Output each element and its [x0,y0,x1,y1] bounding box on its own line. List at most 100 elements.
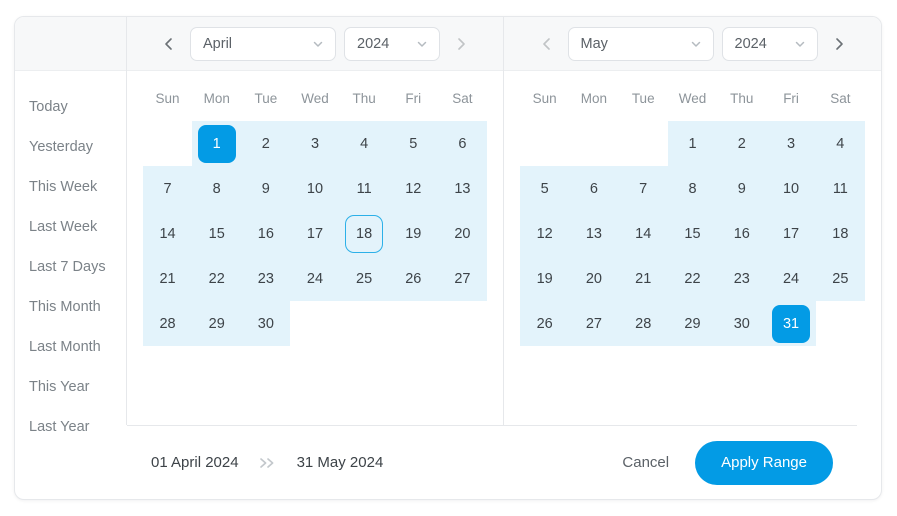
day-cell[interactable]: 9 [717,166,767,211]
chevron-down-icon [689,37,703,51]
day-cell[interactable]: 1 [667,121,718,166]
year-select-left[interactable]: 2024 [344,26,440,61]
day-cell[interactable]: 21 [143,256,193,301]
day-number: 2 [261,135,270,152]
day-cell[interactable]: 22 [192,256,242,301]
day-cell[interactable]: 12 [520,211,570,256]
day-number: 4 [360,135,369,152]
day-cell[interactable]: 1 [192,121,242,166]
day-cell[interactable]: 14 [618,211,668,256]
day-cell[interactable]: 9 [241,166,291,211]
day-cell[interactable]: 29 [192,301,242,346]
day-cell[interactable]: 24 [766,256,816,301]
day-cell[interactable]: 5 [520,166,570,211]
day-number: 12 [405,180,422,197]
preset-item-this-week[interactable]: This Week [15,167,126,207]
day-cell[interactable]: 6 [569,166,619,211]
day-number: 8 [212,180,221,197]
day-cell[interactable]: 4 [339,121,389,166]
day-cell[interactable]: 28 [618,301,668,346]
day-cell[interactable]: 3 [290,121,340,166]
cancel-button[interactable]: Cancel [618,448,673,477]
day-cell[interactable]: 21 [618,256,668,301]
day-cell[interactable]: 5 [388,121,438,166]
weekday-header-right: Sun Mon Tue Wed Thu Fri Sat [504,71,881,113]
preset-item-last-month[interactable]: Last Month [15,327,126,367]
prev-month-button-right[interactable] [534,31,560,57]
month-select-value: May [580,35,608,52]
preset-item-last-week[interactable]: Last Week [15,207,126,247]
day-cell[interactable]: 18 [815,211,865,256]
day-cell[interactable]: 3 [766,121,816,166]
day-cell[interactable]: 11 [815,166,865,211]
day-cell[interactable]: 27 [437,256,487,301]
day-number: 6 [589,180,598,197]
weekday-label: Sat [830,91,851,106]
date-range-picker-screen: Today Yesterday This Week Last Week Last 7 D… [0,0,897,516]
day-cell[interactable]: 19 [520,256,570,301]
day-cell[interactable]: 23 [717,256,767,301]
weekday-label: Wed [301,91,329,106]
day-cell[interactable]: 26 [520,301,570,346]
day-cell[interactable]: 17 [290,211,340,256]
day-cell[interactable]: 28 [143,301,193,346]
prev-month-button-left[interactable] [156,31,182,57]
year-select-right[interactable]: 2024 [721,26,818,61]
next-month-button-left[interactable] [448,31,474,57]
day-cell[interactable]: 25 [339,256,389,301]
day-cell[interactable]: 29 [667,301,718,346]
day-cell[interactable]: 13 [437,166,487,211]
day-cell[interactable]: 4 [815,121,865,166]
month-select-left[interactable]: April [190,26,336,61]
day-cell[interactable]: 20 [437,211,487,256]
day-cell[interactable]: 15 [192,211,242,256]
day-cell[interactable]: 26 [388,256,438,301]
day-cell[interactable]: 22 [667,256,718,301]
next-month-button-right[interactable] [826,31,852,57]
day-number: 12 [536,225,553,242]
day-cell[interactable]: 6 [437,121,487,166]
day-number: 30 [733,315,750,332]
day-cell[interactable]: 18 [339,211,389,256]
day-cell[interactable]: 24 [290,256,340,301]
day-cell[interactable]: 31 [766,301,816,346]
day-cell[interactable]: 23 [241,256,291,301]
day-cell[interactable]: 12 [388,166,438,211]
weekday-label: Fri [783,91,799,106]
day-number: 28 [159,315,176,332]
day-cell[interactable]: 2 [717,121,767,166]
apply-range-button[interactable]: Apply Range [695,440,833,485]
preset-item-today[interactable]: Today [15,87,126,127]
day-cell[interactable]: 17 [766,211,816,256]
day-cell[interactable]: 10 [290,166,340,211]
day-cell[interactable]: 7 [143,166,193,211]
day-number: 1 [197,124,236,163]
day-cell[interactable]: 30 [241,301,291,346]
day-cell[interactable]: 7 [618,166,668,211]
range-end-date: 31 May 2024 [296,454,384,471]
day-cell[interactable]: 16 [717,211,767,256]
day-cell[interactable]: 8 [667,166,718,211]
day-number: 14 [159,225,176,242]
preset-item-this-year[interactable]: This Year [15,367,126,407]
preset-item-yesterday[interactable]: Yesterday [15,127,126,167]
preset-item-this-month[interactable]: This Month [15,287,126,327]
day-cell[interactable]: 15 [667,211,718,256]
day-cell[interactable]: 10 [766,166,816,211]
day-cell[interactable]: 8 [192,166,242,211]
day-cell[interactable]: 30 [717,301,767,346]
day-number: 21 [635,270,652,287]
day-cell[interactable]: 14 [143,211,193,256]
day-cell[interactable]: 25 [815,256,865,301]
day-cell[interactable]: 20 [569,256,619,301]
day-cell[interactable]: 2 [241,121,291,166]
day-cell[interactable]: 16 [241,211,291,256]
day-number: 20 [454,225,471,242]
day-cell[interactable]: 11 [339,166,389,211]
day-cell[interactable]: 27 [569,301,619,346]
day-cell[interactable]: 19 [388,211,438,256]
day-number: 7 [163,180,172,197]
month-select-right[interactable]: May [567,26,714,61]
day-cell[interactable]: 13 [569,211,619,256]
preset-item-last-7-days[interactable]: Last 7 Days [15,247,126,287]
